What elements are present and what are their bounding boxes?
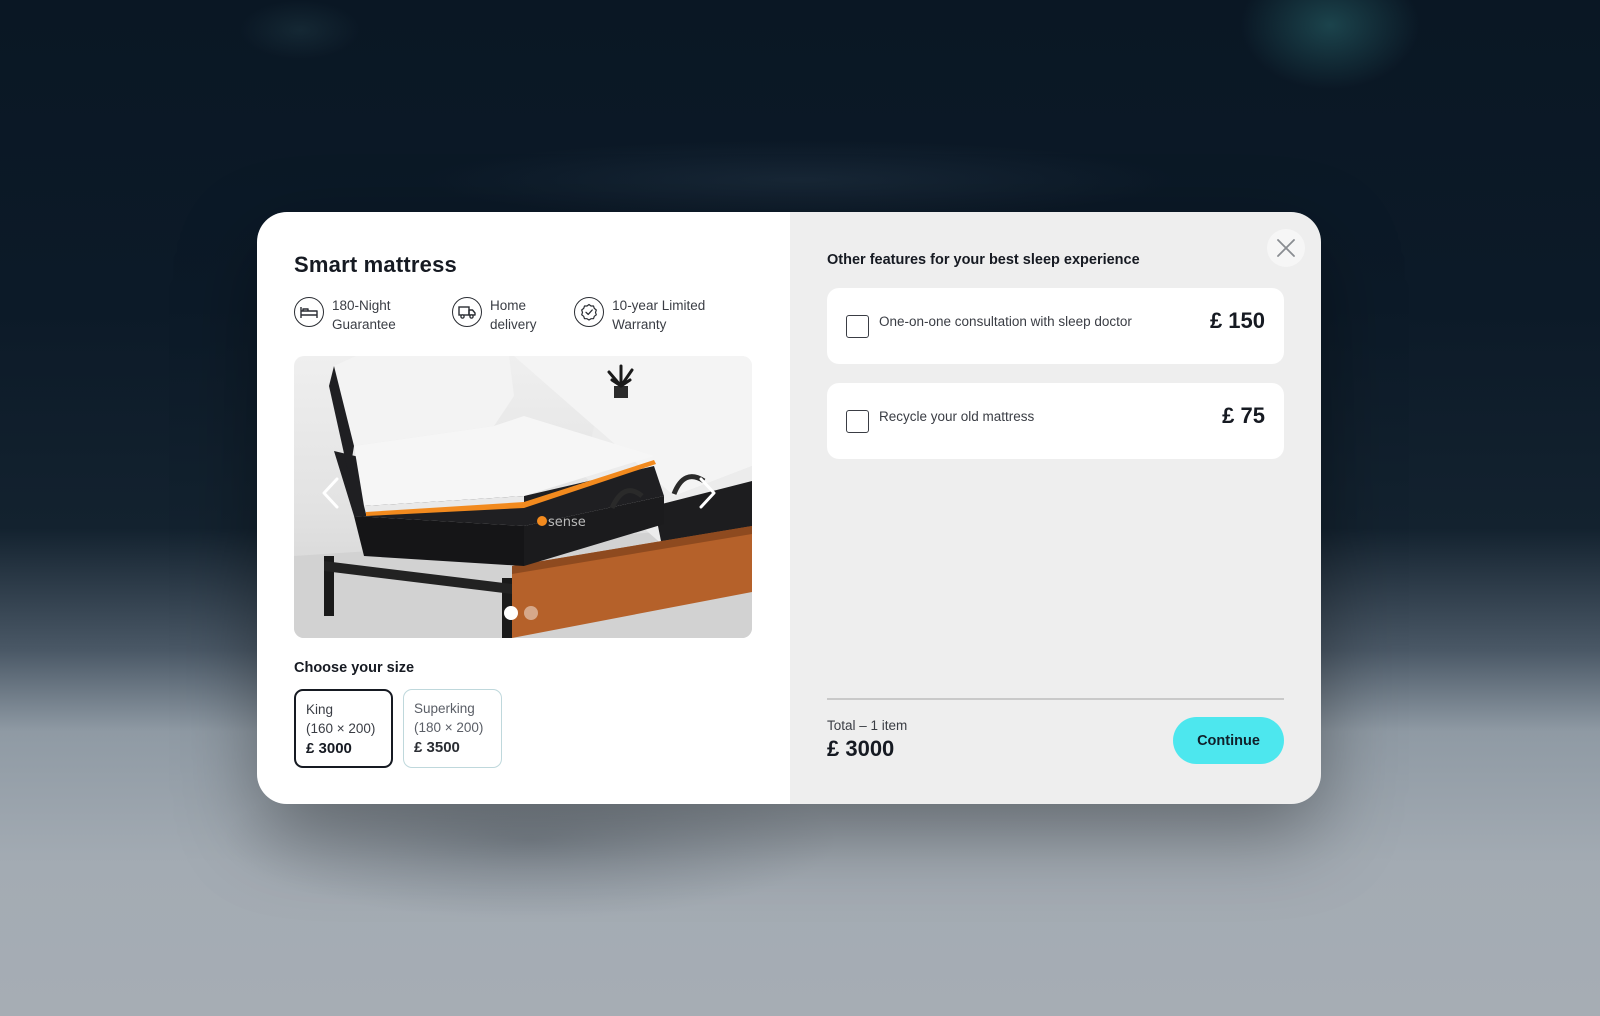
size-option-superking[interactable]: Superking (180 × 200) £ 3500 [403,689,502,768]
extra-option-price: £ 150 [1209,308,1265,333]
size-option-king[interactable]: King (160 × 200) £ 3000 [294,689,393,768]
extra-option-label: Recycle your old mattress [879,408,1035,424]
size-heading: Choose your size [294,660,415,676]
size-dimensions: (160 × 200) [306,721,376,736]
consultation-checkbox[interactable] [846,314,869,338]
size-price: £ 3000 [306,740,352,757]
size-price: £ 3500 [414,739,460,756]
product-gallery: sense [294,356,752,638]
product-modal: Smart mattress 180-Night Guarantee Home … [257,212,1321,804]
close-button[interactable] [1267,229,1305,267]
feature-label: delivery [489,317,537,332]
background-glow [240,0,360,60]
gallery-dot-active[interactable] [504,606,518,620]
recycle-checkbox[interactable] [846,409,869,433]
total-value: £ 3000 [827,736,895,761]
background-glow [1240,0,1420,90]
truck-icon [451,297,482,327]
size-options: King (160 × 200) £ 3000 Superking (180 ×… [294,689,753,768]
gallery-pagination [504,606,538,620]
chevron-right-icon [699,477,716,509]
extra-option-consultation[interactable]: One-on-one consultation with sleep docto… [827,288,1284,364]
size-name: King [306,702,334,717]
size-name: Superking [414,701,475,716]
close-icon [1277,239,1295,257]
product-panel: Smart mattress 180-Night Guarantee Home … [257,212,790,804]
total-label: Total – 1 item [827,718,908,733]
feature-label: 10-year Limited [612,298,706,313]
background-haze [420,140,1180,220]
feature-label: Guarantee [332,317,396,332]
feature-guarantee: 180-Night Guarantee [294,296,452,338]
product-title: Smart mattress [294,252,457,277]
next-image-button[interactable] [690,476,724,510]
order-summary: Total – 1 item £ 3000 Continue [827,698,1284,764]
badge-check-icon [574,297,605,327]
feature-list: 180-Night Guarantee Home delivery 10-yea… [294,296,753,338]
feature-label: 180-Night [332,298,391,313]
brand-label: sense [548,515,586,530]
extras-heading: Other features for your best sleep exper… [827,252,1140,268]
feature-label: Warranty [612,317,667,332]
chevron-left-icon [322,477,339,509]
feature-delivery: Home delivery [451,296,574,338]
size-dimensions: (180 × 200) [414,720,484,735]
feature-label: Home [489,298,526,313]
extra-option-label: One-on-one consultation with sleep docto… [879,313,1132,329]
bed-icon [294,297,324,327]
extra-option-price: £ 75 [1222,403,1265,428]
gallery-dot[interactable] [524,606,538,620]
feature-warranty: 10-year Limited Warranty [574,296,753,338]
mattress-photo: sense [294,356,752,638]
extras-panel: Other features for your best sleep exper… [790,212,1321,804]
continue-button[interactable]: Continue [1173,717,1284,764]
previous-image-button[interactable] [314,476,348,510]
extra-option-recycle[interactable]: Recycle your old mattress £ 75 [827,383,1284,459]
